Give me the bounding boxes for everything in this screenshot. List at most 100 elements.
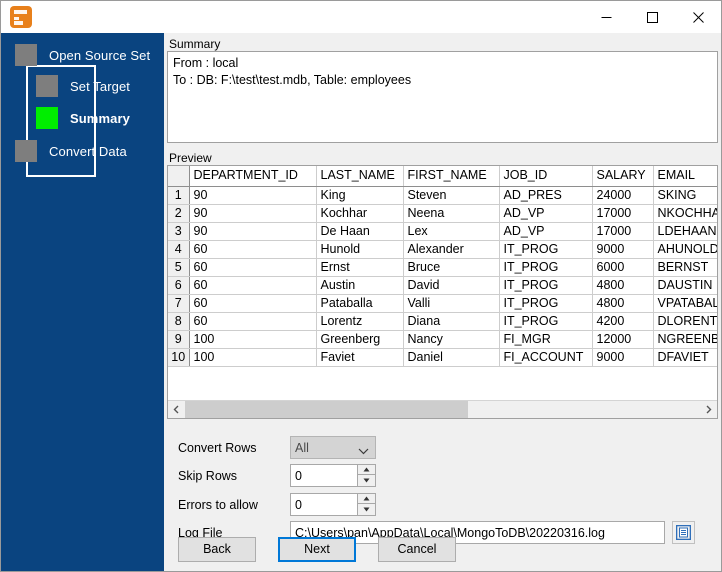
cell-department-id[interactable]: 100 bbox=[189, 348, 317, 367]
spinner-down-icon[interactable] bbox=[357, 475, 375, 486]
next-button[interactable]: Next bbox=[278, 537, 356, 562]
column-header-salary[interactable]: SALARY bbox=[592, 166, 654, 187]
cell-salary[interactable]: 17000 bbox=[592, 222, 654, 241]
table-row[interactable]: 6 60 Austin David IT_PROG 4800 DAUSTIN bbox=[168, 276, 717, 295]
errors-to-allow-input[interactable] bbox=[291, 494, 355, 515]
table-row[interactable]: 290KochharNeenaAD_VP17000NKOCHHAR bbox=[168, 204, 717, 223]
chevron-right-icon[interactable] bbox=[700, 401, 717, 418]
cell-first-name[interactable]: Valli bbox=[403, 294, 500, 313]
table-row[interactable]: 860LorentzDianaIT_PROG4200DLORENTZ bbox=[168, 312, 717, 331]
cell-last-name[interactable]: Austin bbox=[316, 276, 404, 295]
cell-job-id[interactable]: AD_VP bbox=[499, 222, 593, 241]
sidebar-item-summary[interactable]: Summary bbox=[36, 107, 130, 129]
table-row[interactable]: 5 60 Ernst Bruce IT_PROG 6000 BERNST bbox=[168, 258, 717, 277]
cell-salary[interactable]: 17000 bbox=[592, 204, 654, 223]
cell-rownum[interactable]: 7 bbox=[168, 294, 190, 313]
table-row[interactable]: 9100GreenbergNancyFI_MGR12000NGREENBE bbox=[168, 330, 717, 349]
close-icon[interactable] bbox=[675, 1, 721, 33]
cell-email[interactable]: VPATABAL bbox=[653, 294, 717, 313]
scrollbar-thumb[interactable] bbox=[185, 401, 469, 418]
cell-department-id[interactable]: 60 bbox=[189, 312, 317, 331]
cell-email[interactable]: LDEHAAN bbox=[653, 222, 717, 241]
cell-first-name[interactable]: Neena bbox=[403, 204, 500, 223]
cell-last-name[interactable]: Pataballa bbox=[316, 294, 404, 313]
sidebar-item-convert-data[interactable]: Convert Data bbox=[15, 140, 127, 162]
cell-first-name[interactable]: Diana bbox=[403, 312, 500, 331]
cell-salary[interactable]: 6000 bbox=[592, 258, 654, 277]
cell-first-name[interactable]: Bruce bbox=[403, 258, 500, 277]
cell-email[interactable]: NKOCHHAR bbox=[653, 204, 717, 223]
cell-last-name[interactable]: Kochhar bbox=[316, 204, 404, 223]
cell-department-id[interactable]: 90 bbox=[189, 204, 317, 223]
column-header-first-name[interactable]: FIRST_NAME bbox=[403, 166, 500, 187]
cancel-button[interactable]: Cancel bbox=[378, 537, 456, 562]
table-row[interactable]: 4 60 Hunold Alexander IT_PROG 9000 AHUNOLD bbox=[168, 240, 717, 259]
cell-salary[interactable]: 12000 bbox=[592, 330, 654, 349]
cell-salary[interactable]: 4800 bbox=[592, 294, 654, 313]
cell-last-name[interactable]: De Haan bbox=[316, 222, 404, 241]
cell-salary[interactable]: 24000 bbox=[592, 186, 654, 205]
cell-first-name[interactable]: Alexander bbox=[403, 240, 500, 259]
cell-rownum[interactable]: 2 bbox=[168, 204, 190, 223]
cell-rownum[interactable]: 6 bbox=[168, 276, 190, 295]
column-header-department-id[interactable]: DEPARTMENT_ID bbox=[189, 166, 317, 187]
maximize-icon[interactable] bbox=[629, 1, 675, 33]
convert-rows-select[interactable]: All bbox=[290, 436, 376, 459]
cell-job-id[interactable]: FI_ACCOUNT bbox=[499, 348, 593, 367]
chevron-left-icon[interactable] bbox=[168, 401, 185, 418]
cell-salary[interactable]: 9000 bbox=[592, 240, 654, 259]
cell-job-id[interactable]: IT_PROG bbox=[499, 258, 593, 277]
table-row[interactable]: 10 100 Faviet Daniel FI_ACCOUNT 9000 DFAVIET bbox=[168, 348, 717, 367]
cell-first-name[interactable]: Lex bbox=[403, 222, 500, 241]
sidebar-item-open-source-set[interactable]: Open Source Set bbox=[15, 44, 150, 66]
cell-department-id[interactable]: 90 bbox=[189, 222, 317, 241]
cell-job-id[interactable]: IT_PROG bbox=[499, 312, 593, 331]
cell-rownum[interactable]: 8 bbox=[168, 312, 190, 331]
preview-data-grid[interactable]: DEPARTMENT_ID LAST_NAME FIRST_NAME JOB_I… bbox=[167, 165, 718, 419]
spinner-down-icon[interactable] bbox=[357, 504, 375, 515]
cell-last-name[interactable]: King bbox=[316, 186, 404, 205]
cell-department-id[interactable]: 90 bbox=[189, 186, 317, 205]
column-header-email[interactable]: EMAIL bbox=[653, 166, 717, 187]
cell-email[interactable]: SKING bbox=[653, 186, 717, 205]
cell-email[interactable]: DLORENTZ bbox=[653, 312, 717, 331]
cell-first-name[interactable]: Steven bbox=[403, 186, 500, 205]
cell-department-id[interactable]: 60 bbox=[189, 276, 317, 295]
scrollbar-track[interactable] bbox=[185, 401, 700, 418]
preview-horizontal-scrollbar[interactable] bbox=[168, 400, 717, 418]
column-header-last-name[interactable]: LAST_NAME bbox=[316, 166, 404, 187]
cell-job-id[interactable]: FI_MGR bbox=[499, 330, 593, 349]
cell-last-name[interactable]: Greenberg bbox=[316, 330, 404, 349]
cell-rownum[interactable]: 5 bbox=[168, 258, 190, 277]
table-row[interactable]: 3 90 De Haan Lex AD_VP 17000 LDEHAAN bbox=[168, 222, 717, 241]
back-button[interactable]: Back bbox=[178, 537, 256, 562]
cell-last-name[interactable]: Faviet bbox=[316, 348, 404, 367]
cell-job-id[interactable]: AD_VP bbox=[499, 204, 593, 223]
cell-salary[interactable]: 4200 bbox=[592, 312, 654, 331]
cell-salary[interactable]: 4800 bbox=[592, 276, 654, 295]
cell-job-id[interactable]: IT_PROG bbox=[499, 294, 593, 313]
skip-rows-stepper[interactable] bbox=[290, 464, 376, 487]
errors-to-allow-stepper[interactable] bbox=[290, 493, 376, 516]
column-header-job-id[interactable]: JOB_ID bbox=[499, 166, 593, 187]
cell-department-id[interactable]: 60 bbox=[189, 294, 317, 313]
cell-department-id[interactable]: 60 bbox=[189, 240, 317, 259]
cell-email[interactable]: DAUSTIN bbox=[653, 276, 717, 295]
cell-rownum[interactable]: 10 bbox=[168, 348, 190, 367]
cell-department-id[interactable]: 100 bbox=[189, 330, 317, 349]
cell-rownum[interactable]: 3 bbox=[168, 222, 190, 241]
cell-email[interactable]: AHUNOLD bbox=[653, 240, 717, 259]
cell-email[interactable]: NGREENBE bbox=[653, 330, 717, 349]
sidebar-item-set-target[interactable]: Set Target bbox=[36, 75, 130, 97]
skip-rows-input[interactable] bbox=[291, 465, 355, 486]
cell-job-id[interactable]: IT_PROG bbox=[499, 276, 593, 295]
cell-last-name[interactable]: Ernst bbox=[316, 258, 404, 277]
cell-first-name[interactable]: David bbox=[403, 276, 500, 295]
cell-first-name[interactable]: Daniel bbox=[403, 348, 500, 367]
cell-last-name[interactable]: Lorentz bbox=[316, 312, 404, 331]
minimize-icon[interactable] bbox=[583, 1, 629, 33]
cell-email[interactable]: BERNST bbox=[653, 258, 717, 277]
cell-salary[interactable]: 9000 bbox=[592, 348, 654, 367]
table-row[interactable]: 1 90 King Steven AD_PRES 24000 SKING bbox=[168, 186, 717, 205]
cell-rownum[interactable]: 9 bbox=[168, 330, 190, 349]
